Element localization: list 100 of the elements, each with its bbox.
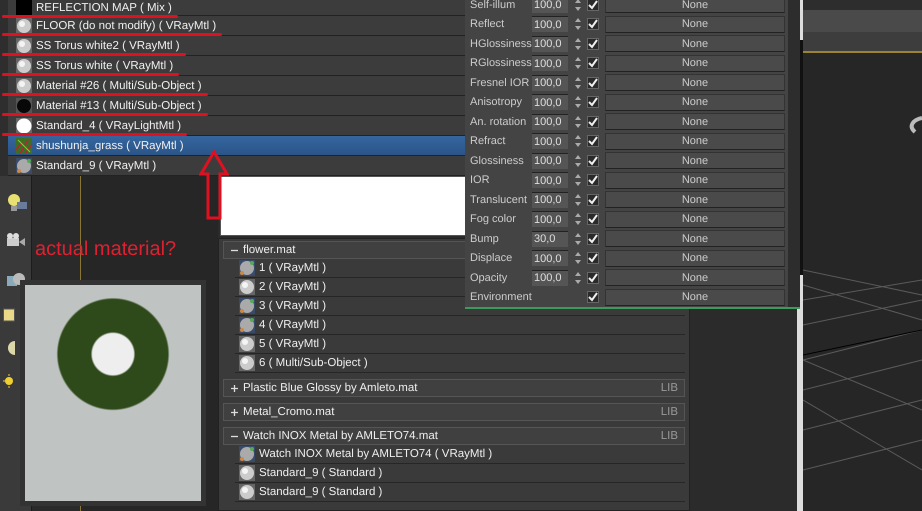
value-field[interactable]: 100,0 — [532, 74, 568, 91]
value-field[interactable]: 100,0 — [532, 250, 568, 266]
library-tag: LIB — [660, 382, 678, 394]
library-item[interactable]: 4 ( VRayMtl ) — [235, 316, 685, 335]
spinner-icon[interactable] — [574, 114, 582, 129]
checkbox[interactable] — [587, 272, 599, 284]
checkbox[interactable] — [587, 252, 599, 264]
spinner-icon[interactable] — [574, 173, 582, 188]
map-button[interactable]: None — [605, 230, 785, 248]
map-button[interactable]: None — [605, 54, 785, 72]
value-field[interactable]: 100,0 — [532, 36, 568, 52]
map-button[interactable]: None — [605, 152, 785, 170]
spinner-icon[interactable] — [574, 0, 582, 12]
checkbox[interactable] — [587, 96, 599, 108]
material-name: Material #13 ( Multi/Sub-Object ) — [36, 100, 202, 112]
expand-icon[interactable] — [230, 384, 239, 392]
spinner-icon[interactable] — [574, 76, 582, 90]
expand-icon[interactable] — [230, 408, 239, 416]
value-field[interactable]: 100,0 — [532, 16, 568, 32]
map-button[interactable]: None — [605, 250, 785, 267]
up-arrow-drawing — [199, 150, 229, 220]
spinner-icon[interactable] — [574, 36, 582, 51]
checkbox[interactable] — [587, 116, 599, 128]
library-group-header[interactable]: Metal_Cromo.mat LIB — [223, 403, 685, 421]
sphere-icon — [239, 279, 255, 295]
value-field[interactable]: 100,0 — [532, 133, 568, 150]
sun-icon[interactable] — [2, 374, 14, 388]
checkbox[interactable] — [587, 135, 599, 148]
texture-swatch-icon — [16, 138, 32, 154]
checkbox[interactable] — [587, 76, 599, 89]
map-button[interactable]: None — [605, 210, 785, 228]
value-field[interactable]: 100,0 — [532, 211, 568, 228]
checkbox[interactable] — [587, 232, 599, 245]
material-name: 2 ( VRayMtl ) — [259, 281, 326, 293]
sphere-icon — [239, 317, 255, 333]
map-button[interactable]: None — [605, 288, 785, 306]
checkbox[interactable] — [587, 174, 599, 186]
sphere-icon — [16, 58, 32, 74]
checkbox[interactable] — [587, 194, 599, 206]
parameter-label: HGlossiness — [470, 38, 532, 50]
parameter-label: IOR — [470, 174, 491, 186]
material-name: 5 ( VRayMtl ) — [259, 338, 326, 350]
map-button[interactable]: None — [605, 74, 785, 92]
parameter-label: Translucent — [470, 194, 528, 206]
value-field[interactable]: 100,0 — [532, 0, 568, 13]
sphere-icon — [239, 484, 255, 500]
spinner-icon[interactable] — [574, 17, 582, 32]
library-item[interactable]: 5 ( VRayMtl ) — [235, 335, 685, 354]
parameter-label: Refract — [470, 135, 506, 148]
spinner-icon[interactable] — [574, 134, 582, 148]
spinner-icon[interactable] — [574, 56, 582, 70]
sphere-icon — [16, 78, 32, 94]
spinner-icon[interactable] — [574, 154, 582, 168]
checkbox[interactable] — [587, 18, 599, 30]
map-button[interactable]: None — [605, 35, 785, 52]
annotation-text: actual material? — [35, 238, 176, 261]
map-button[interactable]: None — [605, 191, 785, 208]
sphere-icon — [239, 465, 255, 481]
spinner-icon[interactable] — [574, 232, 582, 246]
checkbox[interactable] — [587, 213, 599, 226]
spinner-icon[interactable] — [574, 212, 582, 226]
value-field[interactable]: 100,0 — [532, 270, 568, 286]
checkbox[interactable] — [587, 57, 599, 70]
material-name: Standard_9 ( VRayMtl ) — [36, 160, 156, 172]
map-button[interactable]: None — [605, 113, 785, 130]
value-field[interactable]: 100,0 — [532, 55, 568, 72]
library-item[interactable]: Standard_9 ( Standard ) — [235, 464, 685, 483]
material-list-item[interactable]: shushunja_grass ( VRayMtl ) — [8, 136, 465, 156]
map-button[interactable]: None — [605, 94, 785, 111]
value-field[interactable]: 100,0 — [532, 172, 568, 188]
map-button[interactable]: None — [605, 0, 785, 14]
checkbox[interactable] — [587, 291, 599, 304]
value-field[interactable]: 100,0 — [532, 114, 568, 130]
value-field[interactable]: 30,0 — [532, 230, 568, 247]
map-button[interactable]: None — [605, 132, 785, 150]
spinner-icon[interactable] — [574, 270, 582, 285]
sphere-icon — [16, 38, 32, 54]
library-item[interactable]: Standard_9 ( Standard ) — [235, 483, 685, 502]
material-list-item[interactable]: Standard_9 ( VRayMtl ) — [8, 156, 465, 176]
material-name: shushunja_grass ( VRayMtl ) — [36, 140, 184, 152]
checkbox[interactable] — [587, 38, 599, 50]
library-group-header[interactable]: Plastic Blue Glossy by Amleto.mat LIB — [223, 379, 685, 397]
sphere-icon — [239, 355, 255, 371]
checkbox[interactable] — [587, 154, 599, 167]
material-name: SS Torus white2 ( VRayMtl ) — [36, 40, 180, 52]
spinner-icon[interactable] — [574, 251, 582, 266]
parameter-label: Self-illum — [470, 0, 516, 11]
value-field[interactable]: 100,0 — [532, 192, 568, 208]
spinner-icon[interactable] — [574, 95, 582, 110]
checkbox[interactable] — [587, 0, 599, 11]
map-button[interactable]: None — [605, 16, 785, 33]
spinner-icon[interactable] — [574, 192, 582, 207]
library-group-header[interactable]: Watch INOX Metal by AMLETO74.mat LIB — [223, 427, 685, 445]
map-button[interactable]: None — [605, 269, 785, 286]
map-button[interactable]: None — [605, 172, 785, 189]
value-field[interactable]: 100,0 — [532, 94, 568, 110]
value-field[interactable]: 100,0 — [532, 152, 568, 169]
box-icon[interactable] — [2, 308, 14, 322]
library-item[interactable]: Watch INOX Metal by AMLETO74 ( VRayMtl ) — [235, 445, 685, 464]
library-item[interactable]: 6 ( Multi/Sub-Object ) — [235, 354, 685, 373]
